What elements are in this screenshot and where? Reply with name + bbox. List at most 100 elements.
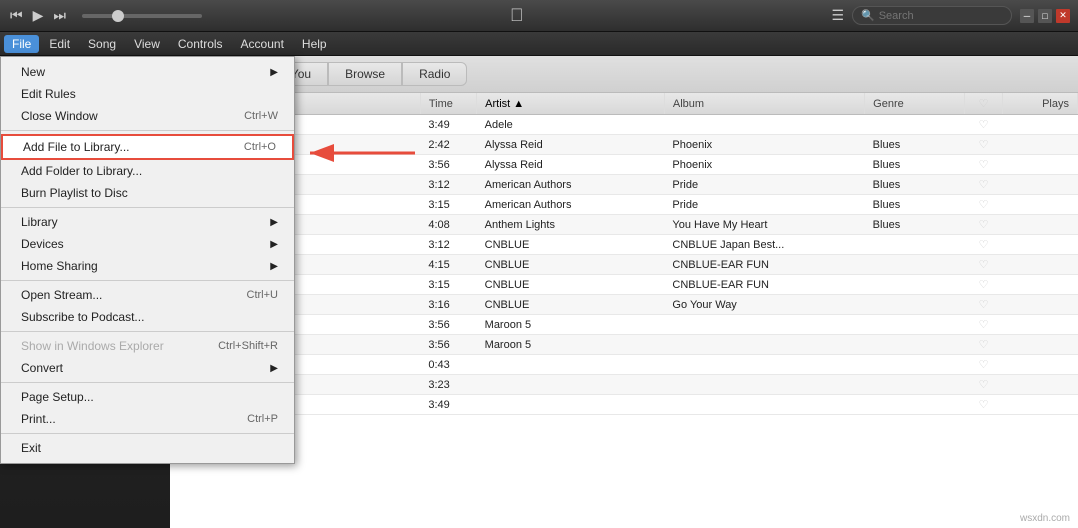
- menu-view[interactable]: View: [126, 35, 168, 53]
- menu-item-home-sharing[interactable]: Home Sharing ▶: [1, 255, 294, 277]
- cell-heart[interactable]: ♡: [965, 235, 1003, 255]
- col-time[interactable]: Time: [420, 93, 476, 115]
- add-file-label: Add File to Library...: [23, 140, 130, 154]
- cell-plays: [1002, 275, 1077, 295]
- cell-heart[interactable]: ♡: [965, 315, 1003, 335]
- cell-heart[interactable]: ♡: [965, 335, 1003, 355]
- menu-account[interactable]: Account: [233, 35, 292, 53]
- table-row[interactable]: 3:15 CNBLUE CNBLUE-EAR FUN ♡: [170, 275, 1078, 295]
- cell-album: [664, 315, 864, 335]
- col-plays[interactable]: Plays: [1002, 93, 1077, 115]
- table-row[interactable]: 3:15 American Authors Pride Blues ♡: [170, 195, 1078, 215]
- cell-heart[interactable]: ♡: [965, 295, 1003, 315]
- table-row[interactable]: Heart 4:08 Anthem Lights You Have My Hea…: [170, 215, 1078, 235]
- menu-item-close-window[interactable]: Close Window Ctrl+W: [1, 105, 294, 127]
- tab-radio[interactable]: Radio: [402, 62, 467, 86]
- menu-controls[interactable]: Controls: [170, 35, 231, 53]
- watermark: wsxdn.com: [1020, 513, 1070, 524]
- menu-item-devices[interactable]: Devices ▶: [1, 233, 294, 255]
- menu-item-exit[interactable]: Exit: [1, 437, 294, 459]
- cell-heart[interactable]: ♡: [965, 275, 1003, 295]
- separator-4: [1, 331, 294, 332]
- menu-help[interactable]: Help: [294, 35, 335, 53]
- add-file-shortcut: Ctrl+O: [244, 141, 276, 153]
- cell-album: [664, 395, 864, 415]
- convert-submenu-arrow: ▶: [270, 363, 278, 374]
- home-sharing-submenu-arrow: ▶: [270, 261, 278, 272]
- cell-heart[interactable]: ♡: [965, 215, 1003, 235]
- subscribe-podcast-label: Subscribe to Podcast...: [21, 310, 144, 324]
- menu-item-convert[interactable]: Convert ▶: [1, 357, 294, 379]
- cell-artist: CNBLUE: [477, 235, 665, 255]
- burn-playlist-label: Burn Playlist to Disc: [21, 186, 128, 200]
- menu-item-page-setup[interactable]: Page Setup...: [1, 386, 294, 408]
- menu-item-edit-rules[interactable]: Edit Rules: [1, 83, 294, 105]
- cell-album: [664, 375, 864, 395]
- menu-item-library[interactable]: Library ▶: [1, 211, 294, 233]
- menu-item-open-stream[interactable]: Open Stream... Ctrl+U: [1, 284, 294, 306]
- table-row[interactable]: 0b80f2f776f119c0b9... 0:43 ♡: [170, 355, 1078, 375]
- cell-plays: [1002, 175, 1077, 195]
- cell-genre: [865, 355, 965, 375]
- table-row[interactable]: The One 3:23 ♡: [170, 375, 1078, 395]
- menu-item-show-windows-explorer: Show in Windows Explorer Ctrl+Shift+R: [1, 335, 294, 357]
- menu-item-subscribe-podcast[interactable]: Subscribe to Podcast...: [1, 306, 294, 328]
- col-album[interactable]: Album: [664, 93, 864, 115]
- maximize-button[interactable]: □: [1038, 9, 1052, 23]
- minimize-button[interactable]: ─: [1020, 9, 1034, 23]
- table-row[interactable]: &Daft Punk-Starboy 3:49 ♡: [170, 395, 1078, 415]
- menu-item-burn-playlist[interactable]: Burn Playlist to Disc: [1, 182, 294, 204]
- menu-edit[interactable]: Edit: [41, 35, 78, 53]
- forward-button[interactable]: ⏭: [51, 5, 68, 26]
- col-genre[interactable]: Genre: [865, 93, 965, 115]
- cell-artist: [477, 355, 665, 375]
- search-bar[interactable]: 🔍: [852, 6, 1012, 25]
- menu-item-new-label: New: [21, 65, 45, 79]
- menu-file[interactable]: File: [4, 35, 39, 53]
- cell-album: CNBLUE-EAR FUN: [664, 275, 864, 295]
- cell-heart[interactable]: ♡: [965, 355, 1003, 375]
- cell-heart[interactable]: ♡: [965, 135, 1003, 155]
- menu-item-add-folder[interactable]: Add Folder to Library...: [1, 160, 294, 182]
- cell-album: [664, 355, 864, 375]
- cell-heart[interactable]: ♡: [965, 195, 1003, 215]
- cell-album: Go Your Way: [664, 295, 864, 315]
- cell-heart[interactable]: ♡: [965, 375, 1003, 395]
- cell-album: [664, 115, 864, 135]
- cell-artist: Maroon 5: [477, 335, 665, 355]
- table-row[interactable]: a Merry Christmas 3:56 Maroon 5 ♡: [170, 335, 1078, 355]
- cell-heart[interactable]: ♡: [965, 155, 1003, 175]
- cell-time: 3:56: [420, 315, 476, 335]
- cell-artist: [477, 375, 665, 395]
- cell-heart[interactable]: ♡: [965, 255, 1003, 275]
- cell-album: Phoenix: [664, 155, 864, 175]
- tab-browse[interactable]: Browse: [328, 62, 402, 86]
- separator-6: [1, 433, 294, 434]
- cell-time: 3:56: [420, 335, 476, 355]
- table-row[interactable]: me 3:12 CNBLUE CNBLUE Japan Best... ♡: [170, 235, 1078, 255]
- cell-genre: [865, 295, 965, 315]
- progress-bar[interactable]: [82, 14, 202, 18]
- col-artist[interactable]: Artist ▲: [477, 93, 665, 115]
- menu-item-add-file[interactable]: Add File to Library... Ctrl+O: [1, 134, 294, 160]
- cell-heart[interactable]: ♡: [965, 115, 1003, 135]
- close-button[interactable]: ✕: [1056, 9, 1070, 23]
- table-row[interactable]: 2:42 Alyssa Reid Phoenix Blues ♡: [170, 135, 1078, 155]
- rewind-button[interactable]: ⏮: [8, 5, 25, 26]
- menu-item-print[interactable]: Print... Ctrl+P: [1, 408, 294, 430]
- table-row[interactable]: rumental) 3:16 CNBLUE Go Your Way ♡: [170, 295, 1078, 315]
- cell-time: 3:15: [420, 195, 476, 215]
- table-row[interactable]: 3:12 American Authors Pride Blues ♡: [170, 175, 1078, 195]
- search-input[interactable]: [879, 10, 999, 22]
- menu-song[interactable]: Song: [80, 35, 124, 53]
- cell-heart[interactable]: ♡: [965, 395, 1003, 415]
- table-row[interactable]: 4:15 CNBLUE CNBLUE-EAR FUN ♡: [170, 255, 1078, 275]
- cell-heart[interactable]: ♡: [965, 175, 1003, 195]
- menu-item-new[interactable]: New ▶: [1, 61, 294, 83]
- table-row[interactable]: 3:56 Alyssa Reid Phoenix Blues ♡: [170, 155, 1078, 175]
- cell-artist: Adele: [477, 115, 665, 135]
- play-button[interactable]: ▶: [31, 5, 46, 26]
- table-row[interactable]: has 3:56 Maroon 5 ♡: [170, 315, 1078, 335]
- list-view-icon[interactable]: ☰: [831, 7, 844, 24]
- table-row[interactable]: g In The Deep 3:49 Adele ♡: [170, 115, 1078, 135]
